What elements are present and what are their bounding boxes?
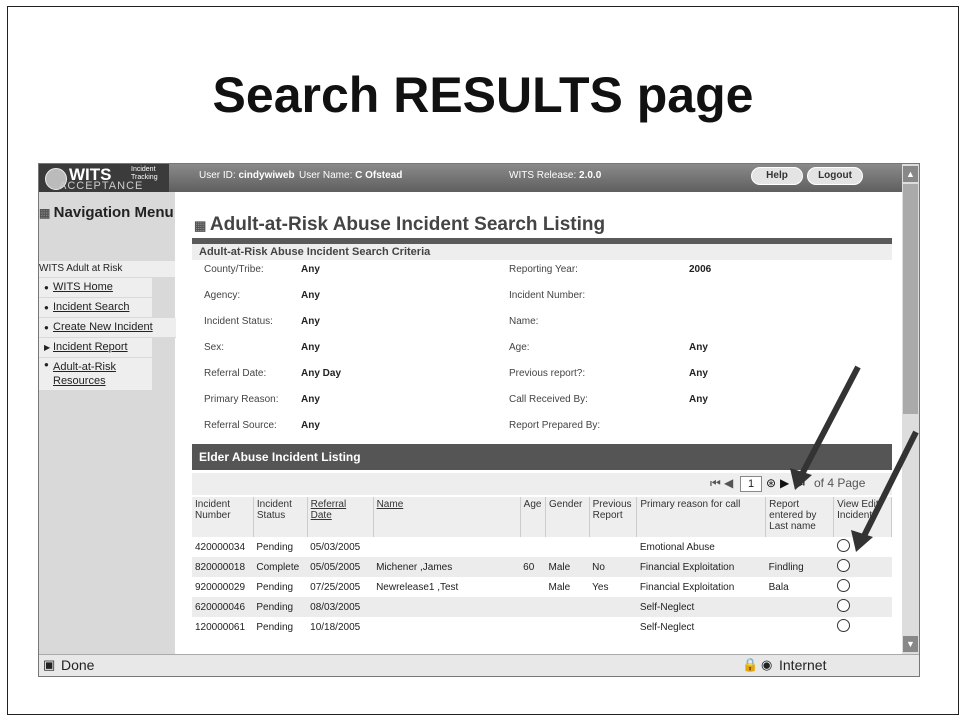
annotation-arrows xyxy=(790,365,919,552)
arrow-to-pager xyxy=(797,365,861,480)
arrow-to-view xyxy=(859,430,919,542)
